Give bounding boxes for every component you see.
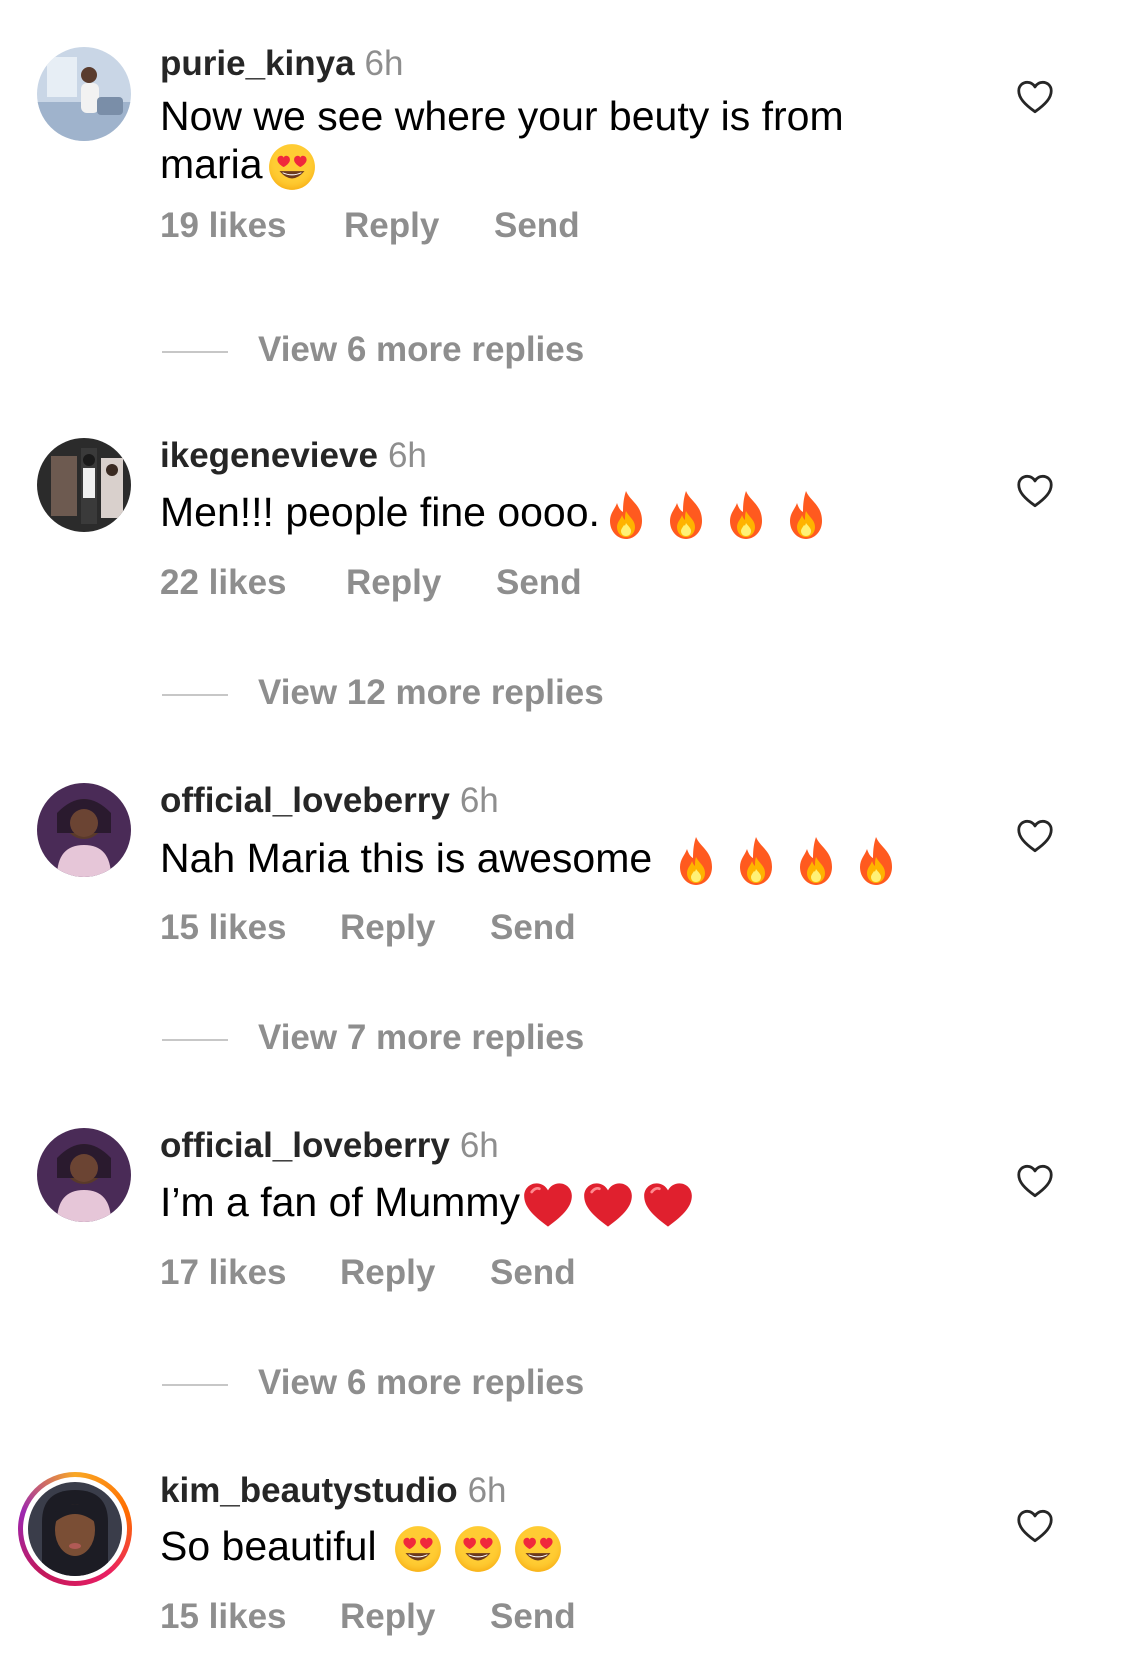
fire-icon (672, 835, 720, 887)
comment-header: official_loveberry 6h (160, 781, 499, 821)
fire-icon (722, 489, 770, 541)
comment-text: Now we see where your beuty is from mari… (160, 92, 920, 192)
comment-actions: 22 likes Reply Send (160, 563, 582, 603)
send-button[interactable]: Send (496, 563, 582, 603)
comment-header: kim_beautystudio 6h (160, 1471, 507, 1511)
avatar-image (28, 1482, 122, 1576)
comment-header: ikegenevieve 6h (160, 436, 427, 476)
comment-actions: 15 likes Reply Send (160, 1597, 576, 1637)
comment-text: Men!!! people fine oooo. (160, 488, 920, 541)
comment-text: Nah Maria this is awesome (160, 834, 920, 887)
divider-line (162, 350, 228, 353)
timestamp: 6h (387, 436, 427, 475)
comment-actions: 17 likes Reply Send (160, 1253, 576, 1293)
view-more-replies[interactable]: View 6 more replies (162, 1363, 584, 1403)
heart-eyes-icon (513, 1524, 563, 1574)
avatar[interactable] (37, 783, 131, 877)
fire-icon (782, 489, 830, 541)
timestamp: 6h (459, 781, 499, 820)
reply-button[interactable]: Reply (340, 1597, 490, 1637)
comment-actions: 19 likes Reply Send (160, 206, 580, 246)
likes-count[interactable]: 15 likes (160, 1597, 340, 1637)
view-more-label: View 6 more replies (258, 1363, 585, 1402)
view-more-label: View 12 more replies (258, 673, 604, 712)
send-button[interactable]: Send (490, 908, 576, 948)
fire-icon (792, 835, 840, 887)
view-more-replies[interactable]: View 12 more replies (162, 673, 604, 713)
heart-eyes-icon (393, 1524, 443, 1574)
comment-header: purie_kinya 6h (160, 44, 403, 84)
comment-text-line: Nah Maria this is awesome (160, 835, 653, 881)
like-heart-icon[interactable] (1016, 474, 1054, 508)
view-more-label: View 7 more replies (258, 1018, 585, 1057)
send-button[interactable]: Send (490, 1597, 576, 1637)
reply-button[interactable]: Reply (344, 206, 494, 246)
divider-line (162, 1038, 228, 1041)
like-heart-icon[interactable] (1016, 1509, 1054, 1543)
view-more-label: View 6 more replies (258, 330, 585, 369)
reply-button[interactable]: Reply (340, 908, 490, 948)
comment-text-line: maria (160, 141, 263, 187)
reply-button[interactable]: Reply (346, 563, 496, 603)
view-more-replies[interactable]: View 7 more replies (162, 1018, 584, 1058)
like-heart-icon[interactable] (1016, 819, 1054, 853)
username[interactable]: ikegenevieve (160, 436, 378, 475)
fire-icon (732, 835, 780, 887)
fire-icon (662, 489, 710, 541)
like-heart-icon[interactable] (1016, 1164, 1054, 1198)
heart-eyes-icon (453, 1524, 503, 1574)
username[interactable]: official_loveberry (160, 1126, 450, 1165)
comment-text-line: Men!!! people fine oooo. (160, 489, 600, 535)
username[interactable]: purie_kinya (160, 44, 355, 83)
fire-icon (602, 489, 650, 541)
username[interactable]: official_loveberry (160, 781, 450, 820)
comment-text: I’m a fan of Mummy (160, 1178, 920, 1229)
view-more-replies[interactable]: View 6 more replies (162, 330, 584, 370)
avatar[interactable] (37, 438, 131, 532)
comment-text-line: I’m a fan of Mummy (160, 1179, 520, 1225)
likes-count[interactable]: 22 likes (160, 563, 346, 603)
red-heart-icon (582, 1181, 634, 1229)
red-heart-icon (642, 1181, 694, 1229)
avatar[interactable] (37, 1128, 131, 1222)
send-button[interactable]: Send (490, 1253, 576, 1293)
username[interactable]: kim_beautystudio (160, 1471, 458, 1510)
avatar[interactable] (37, 47, 131, 141)
timestamp: 6h (364, 44, 404, 83)
red-heart-icon (522, 1181, 574, 1229)
avatar[interactable] (18, 1472, 132, 1586)
comment-text-line: So beautiful (160, 1523, 377, 1569)
likes-count[interactable]: 15 likes (160, 908, 340, 948)
comment-text: So beautiful (160, 1522, 920, 1574)
likes-count[interactable]: 17 likes (160, 1253, 340, 1293)
timestamp: 6h (459, 1126, 499, 1165)
comment-header: official_loveberry 6h (160, 1126, 499, 1166)
timestamp: 6h (467, 1471, 507, 1510)
divider-line (162, 1383, 228, 1386)
likes-count[interactable]: 19 likes (160, 206, 344, 246)
heart-eyes-icon (267, 142, 317, 192)
like-heart-icon[interactable] (1016, 80, 1054, 114)
fire-icon (852, 835, 900, 887)
comment-actions: 15 likes Reply Send (160, 908, 576, 948)
reply-button[interactable]: Reply (340, 1253, 490, 1293)
comment-text-line: maria (160, 140, 920, 192)
send-button[interactable]: Send (494, 206, 580, 246)
divider-line (162, 693, 228, 696)
comment-text-line: Now we see where your beuty is from (160, 93, 844, 139)
